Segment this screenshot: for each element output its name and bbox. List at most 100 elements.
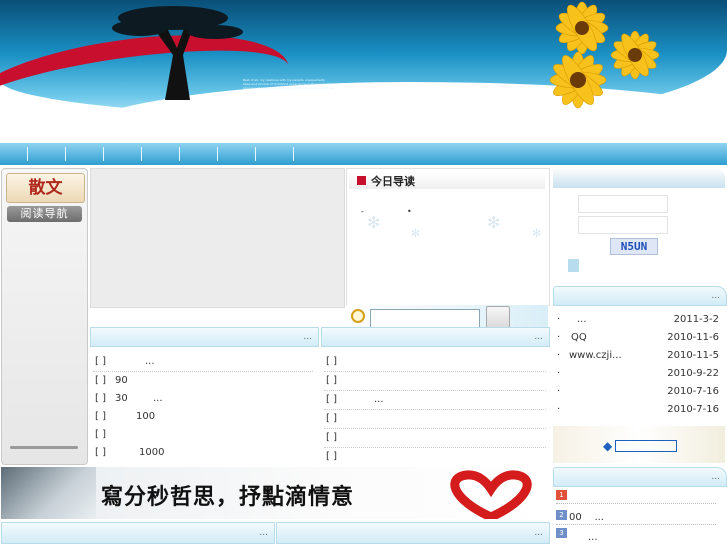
list-item[interactable]: [ ] 100 <box>93 408 313 426</box>
more-link[interactable]: ... <box>711 291 720 301</box>
list-item[interactable]: [ ] <box>324 372 546 391</box>
list-item[interactable]: [ ] <box>324 410 546 429</box>
divider <box>556 503 716 504</box>
item-title[interactable]: 100 <box>136 408 155 426</box>
nav-item[interactable] <box>27 147 28 161</box>
news-list-header: ... <box>553 286 727 306</box>
header-banner: Best of all, my relations with my parent… <box>0 0 727 143</box>
list-left: [ ] ... [ ] 90 [ ] 30 ... [ ] 100 [ ] [ … <box>93 353 313 462</box>
news-date: 2010-11-6 <box>667 332 719 343</box>
list-item[interactable]: [ ] 1000 <box>93 444 313 462</box>
nav-item[interactable] <box>141 147 142 161</box>
bottom-left-header: ... <box>1 522 275 544</box>
item-ellipsis: ... <box>153 393 163 404</box>
featured-image-area[interactable] <box>90 168 345 308</box>
list-item[interactable]: · QQ 2010-11-6 <box>553 329 725 347</box>
tree-icon <box>112 6 243 100</box>
more-link[interactable]: ... <box>534 332 543 342</box>
list-item[interactable]: [ ] <box>93 426 313 444</box>
news-title[interactable]: ... <box>577 311 587 329</box>
bullet: · <box>557 332 561 343</box>
bottom-middle-header: ... <box>276 522 550 544</box>
today-guide-title: 今日导读 <box>371 175 415 188</box>
bullet: · <box>557 404 561 415</box>
guide-dot: - <box>361 207 364 216</box>
nav-item[interactable] <box>293 147 294 161</box>
today-guide-panel: 今日导读 - • ✻ ✻ ✻ ✻ <box>346 168 550 306</box>
item-title[interactable]: ... <box>145 353 155 371</box>
list-item[interactable]: [ ] 90 <box>93 372 313 390</box>
bottom-right-header: ... <box>553 467 727 487</box>
divider <box>556 524 716 525</box>
feature-link[interactable] <box>615 440 677 452</box>
rank-badge: 3 <box>556 528 567 538</box>
item-title[interactable]: 1000 <box>139 444 164 462</box>
list-item[interactable]: [ ] <box>324 429 546 448</box>
item-title[interactable]: 90 <box>115 372 128 390</box>
search-bar <box>346 305 548 330</box>
more-link[interactable]: ... <box>711 472 720 482</box>
item-bracket: [ ] <box>95 429 106 440</box>
news-date: 2010-11-5 <box>667 350 719 361</box>
more-link[interactable]: ... <box>259 528 268 538</box>
snowflake-icon: ✻ <box>411 227 421 240</box>
today-guide-header: 今日导读 <box>349 171 545 189</box>
feature-link-box: ◆ <box>553 426 725 463</box>
item-title[interactable]: ... <box>374 391 384 409</box>
login-button[interactable] <box>568 259 579 272</box>
item-bracket: [ ] <box>326 451 337 462</box>
slogan-banner[interactable]: 寫分秒哲思，抒點滴情意 <box>1 467 548 519</box>
news-list: · ... 2011-3-2 · QQ 2010-11-6 · www.czji… <box>553 311 725 419</box>
nav-item[interactable] <box>255 147 256 161</box>
news-title[interactable]: www.czji... <box>569 347 622 365</box>
list-item[interactable]: · 2010-9-22 <box>553 365 725 383</box>
list-item[interactable]: [ ] ... <box>324 391 546 410</box>
banner-photo <box>1 467 96 519</box>
nav-item[interactable] <box>65 147 66 161</box>
search-icon[interactable] <box>351 309 365 323</box>
list-item[interactable]: [ ] <box>324 353 546 372</box>
list-item[interactable]: · 2010-7-16 <box>553 401 725 419</box>
left-sidebar: 散文 阅读导航 <box>1 168 88 465</box>
login-header <box>553 168 725 188</box>
more-link[interactable]: ... <box>534 528 543 538</box>
nav-item[interactable] <box>217 147 218 161</box>
reading-nav-label[interactable]: 阅读导航 <box>7 206 82 222</box>
password-field[interactable] <box>578 216 668 234</box>
username-field[interactable] <box>578 195 668 213</box>
more-link[interactable]: ... <box>303 332 312 342</box>
diamond-icon: ◆ <box>603 439 613 453</box>
news-date: 2010-7-16 <box>667 404 719 415</box>
rank-item-title[interactable]: ... <box>588 532 598 543</box>
list-item[interactable]: [ ] <box>324 448 546 466</box>
nav-item[interactable] <box>179 147 180 161</box>
list-item[interactable]: · 2010-7-16 <box>553 383 725 401</box>
main-nav <box>0 143 727 165</box>
bullet: · <box>557 350 561 361</box>
news-date: 2011-3-2 <box>673 314 719 325</box>
item-bracket: [ ] <box>95 447 106 458</box>
list-right: [ ] [ ] [ ] ... [ ] [ ] [ ] <box>324 353 546 466</box>
rank-badge: 2 <box>556 510 567 520</box>
list-item[interactable]: [ ] ... <box>93 353 313 372</box>
guide-dot: • <box>407 207 412 216</box>
item-bracket: [ ] <box>326 375 337 386</box>
bullet: · <box>557 368 561 379</box>
grid-icon <box>357 176 366 185</box>
sidebar-divider <box>10 446 78 449</box>
banner-slogan: 寫分秒哲思，抒點滴情意 <box>101 484 355 510</box>
news-title[interactable]: QQ <box>571 329 587 347</box>
item-title[interactable]: 30 <box>115 390 128 408</box>
nav-item[interactable] <box>103 147 104 161</box>
item-bracket: [ ] <box>326 413 337 424</box>
list-item[interactable]: · www.czji... 2010-11-5 <box>553 347 725 365</box>
list-item[interactable]: [ ] 30 ... <box>93 390 313 408</box>
news-date: 2010-7-16 <box>667 386 719 397</box>
search-input[interactable] <box>370 309 480 328</box>
snowflake-icon: ✻ <box>487 213 501 232</box>
banner-caption-line: silence and comfort of the family, I lov… <box>243 86 334 90</box>
list-item[interactable]: · ... 2011-3-2 <box>553 311 725 329</box>
captcha-image: N5UN <box>610 238 658 255</box>
snowflake-icon: ✻ <box>532 227 542 240</box>
rank-item-title[interactable]: 00 ... <box>569 512 604 523</box>
